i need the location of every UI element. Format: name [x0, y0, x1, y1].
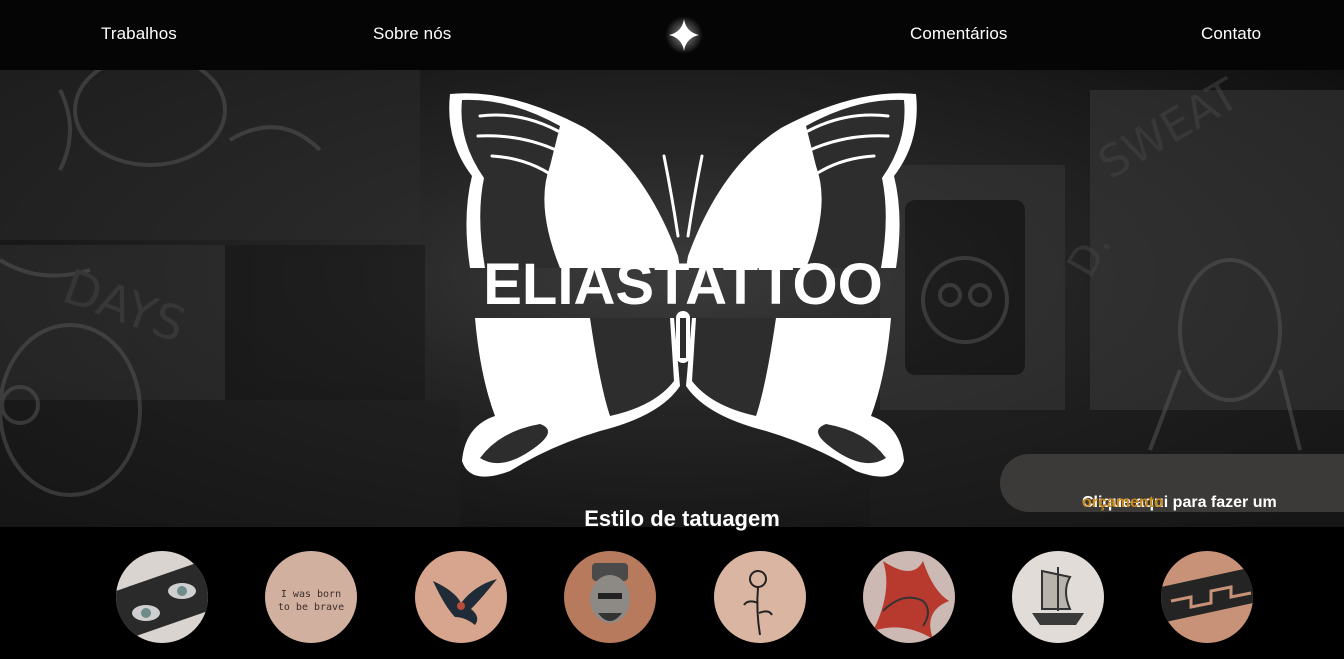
nav-link-sobre-nos[interactable]: Sobre nós: [373, 24, 451, 44]
portrait-tattoo-thumbnail[interactable]: [564, 551, 656, 643]
top-navigation: Trabalhos Sobre nós Comentários Contato: [0, 0, 1344, 70]
brand-wordmark: ELIASTATTOO: [483, 252, 883, 317]
ship-tattoo-thumbnail[interactable]: [1012, 551, 1104, 643]
lettering-tattoo-thumbnail[interactable]: I was born to be brave: [265, 551, 357, 643]
swallow-tattoo-thumbnail[interactable]: [415, 551, 507, 643]
red-dragon-tattoo-thumbnail[interactable]: [863, 551, 955, 643]
tribal-band-tattoo-thumbnail[interactable]: [1161, 551, 1253, 643]
rose-tattoo-thumbnail[interactable]: [714, 551, 806, 643]
lettering-line-1: I was born: [281, 589, 341, 600]
quote-request-button[interactable]: Clique aqui para fazer um orçamento: [1000, 454, 1344, 512]
butterfly-logo: ELIASTATTOO: [449, 93, 917, 477]
sparkle-star-icon[interactable]: [664, 14, 704, 54]
nav-link-trabalhos[interactable]: Trabalhos: [101, 24, 177, 44]
tattoo-styles-title: Estilo de tatuagem: [584, 506, 780, 531]
nav-link-comentarios[interactable]: Comentários: [910, 24, 1007, 44]
realism-eyes-tattoo-thumbnail[interactable]: [116, 551, 208, 643]
nav-link-contato[interactable]: Contato: [1201, 24, 1261, 44]
lettering-line-2: to be brave: [278, 602, 344, 613]
